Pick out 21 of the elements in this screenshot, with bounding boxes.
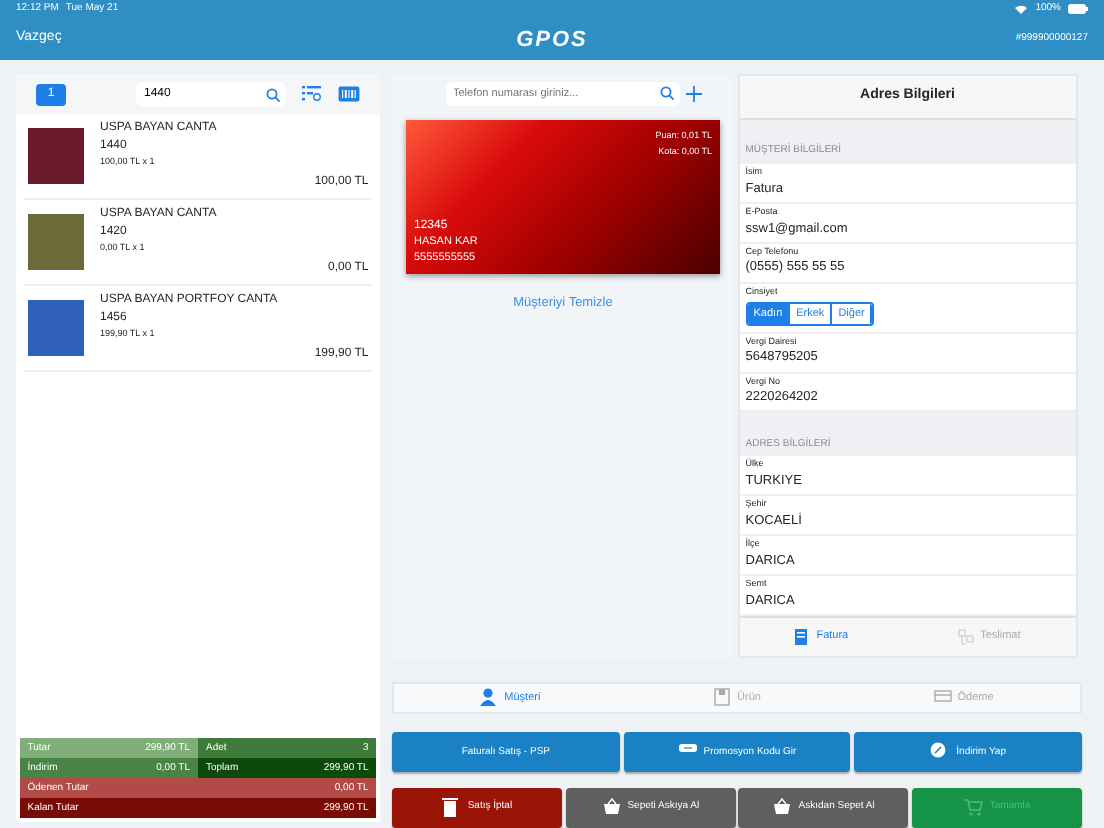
- package-route-icon: [958, 628, 975, 647]
- battery-icon: [1068, 4, 1088, 14]
- cart-icon: [963, 798, 984, 818]
- photo-placeholder: [28, 128, 84, 184]
- wifi-icon: [1014, 4, 1029, 14]
- basket-icon: [772, 798, 793, 818]
- discount-icon: [930, 742, 951, 763]
- photo-placeholder: [28, 214, 84, 270]
- plus-icon[interactable]: [686, 85, 702, 101]
- invoice-icon: [794, 628, 811, 647]
- box-icon: [713, 688, 732, 707]
- search-icon[interactable]: [659, 86, 673, 100]
- list-search-icon[interactable]: [302, 86, 322, 102]
- photo-placeholder: [28, 300, 84, 356]
- barcode-scanner-icon[interactable]: [338, 86, 360, 102]
- card-payment-icon: [933, 688, 952, 707]
- basket-icon: [601, 798, 622, 818]
- user-icon: [480, 688, 499, 707]
- trash-icon: [441, 798, 462, 818]
- search-icon[interactable]: [266, 87, 280, 101]
- app-logo: GPOS: [516, 26, 588, 56]
